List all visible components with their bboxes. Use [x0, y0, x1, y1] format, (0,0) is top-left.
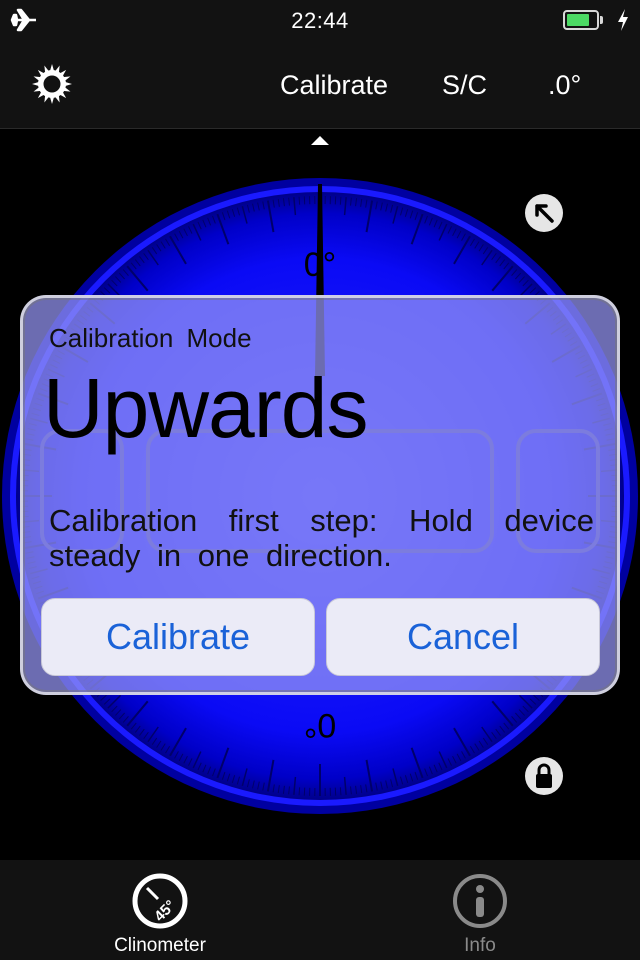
lock-button[interactable]: [525, 757, 563, 795]
bottom-degree-label: 0°: [304, 706, 337, 744]
clinometer-45-icon: 45°: [132, 873, 188, 929]
battery-level: [567, 14, 590, 26]
calibration-alert-dialog: Calibration Mode Upwards Calibration fir…: [20, 295, 620, 695]
top-pointer-indicator: [311, 136, 329, 145]
tab-label: Clinometer: [114, 935, 206, 956]
calibrate-nav-button[interactable]: Calibrate: [280, 70, 388, 101]
sc-toggle-button[interactable]: S/C: [442, 70, 487, 101]
battery-nub: [600, 16, 603, 24]
tab-label: Info: [464, 935, 496, 956]
tab-bar: 45° Clinometer Info: [0, 860, 640, 960]
battery-icon: [563, 10, 599, 30]
rotate-orientation-button[interactable]: [525, 194, 563, 232]
lock-icon: [536, 763, 552, 788]
status-time: 22:44: [291, 8, 349, 33]
dial-tick: [298, 196, 301, 205]
gear-icon[interactable]: [30, 62, 74, 106]
lightning-bolt-icon: [618, 9, 628, 31]
dial-tick: [298, 787, 301, 796]
cancel-button[interactable]: Cancel: [326, 598, 600, 676]
dial-tick: [339, 787, 342, 796]
nav-bar: Calibrate S/C .0°: [0, 40, 640, 129]
calibrate-button[interactable]: Calibrate: [41, 598, 315, 676]
dial-tick: [339, 196, 342, 205]
angle-precision-button[interactable]: .0°: [548, 70, 581, 101]
status-bar: 22:44: [0, 0, 640, 40]
alert-subtitle: Calibration Mode: [49, 323, 252, 353]
info-icon: [453, 874, 507, 928]
alert-title: Upwards: [43, 361, 368, 455]
tab-info[interactable]: Info: [320, 860, 640, 960]
alert-message: Calibration first step: Hold device stea…: [49, 503, 594, 573]
arrow-up-left-icon: [535, 204, 554, 223]
tab-clinometer[interactable]: 45° Clinometer: [0, 860, 320, 960]
